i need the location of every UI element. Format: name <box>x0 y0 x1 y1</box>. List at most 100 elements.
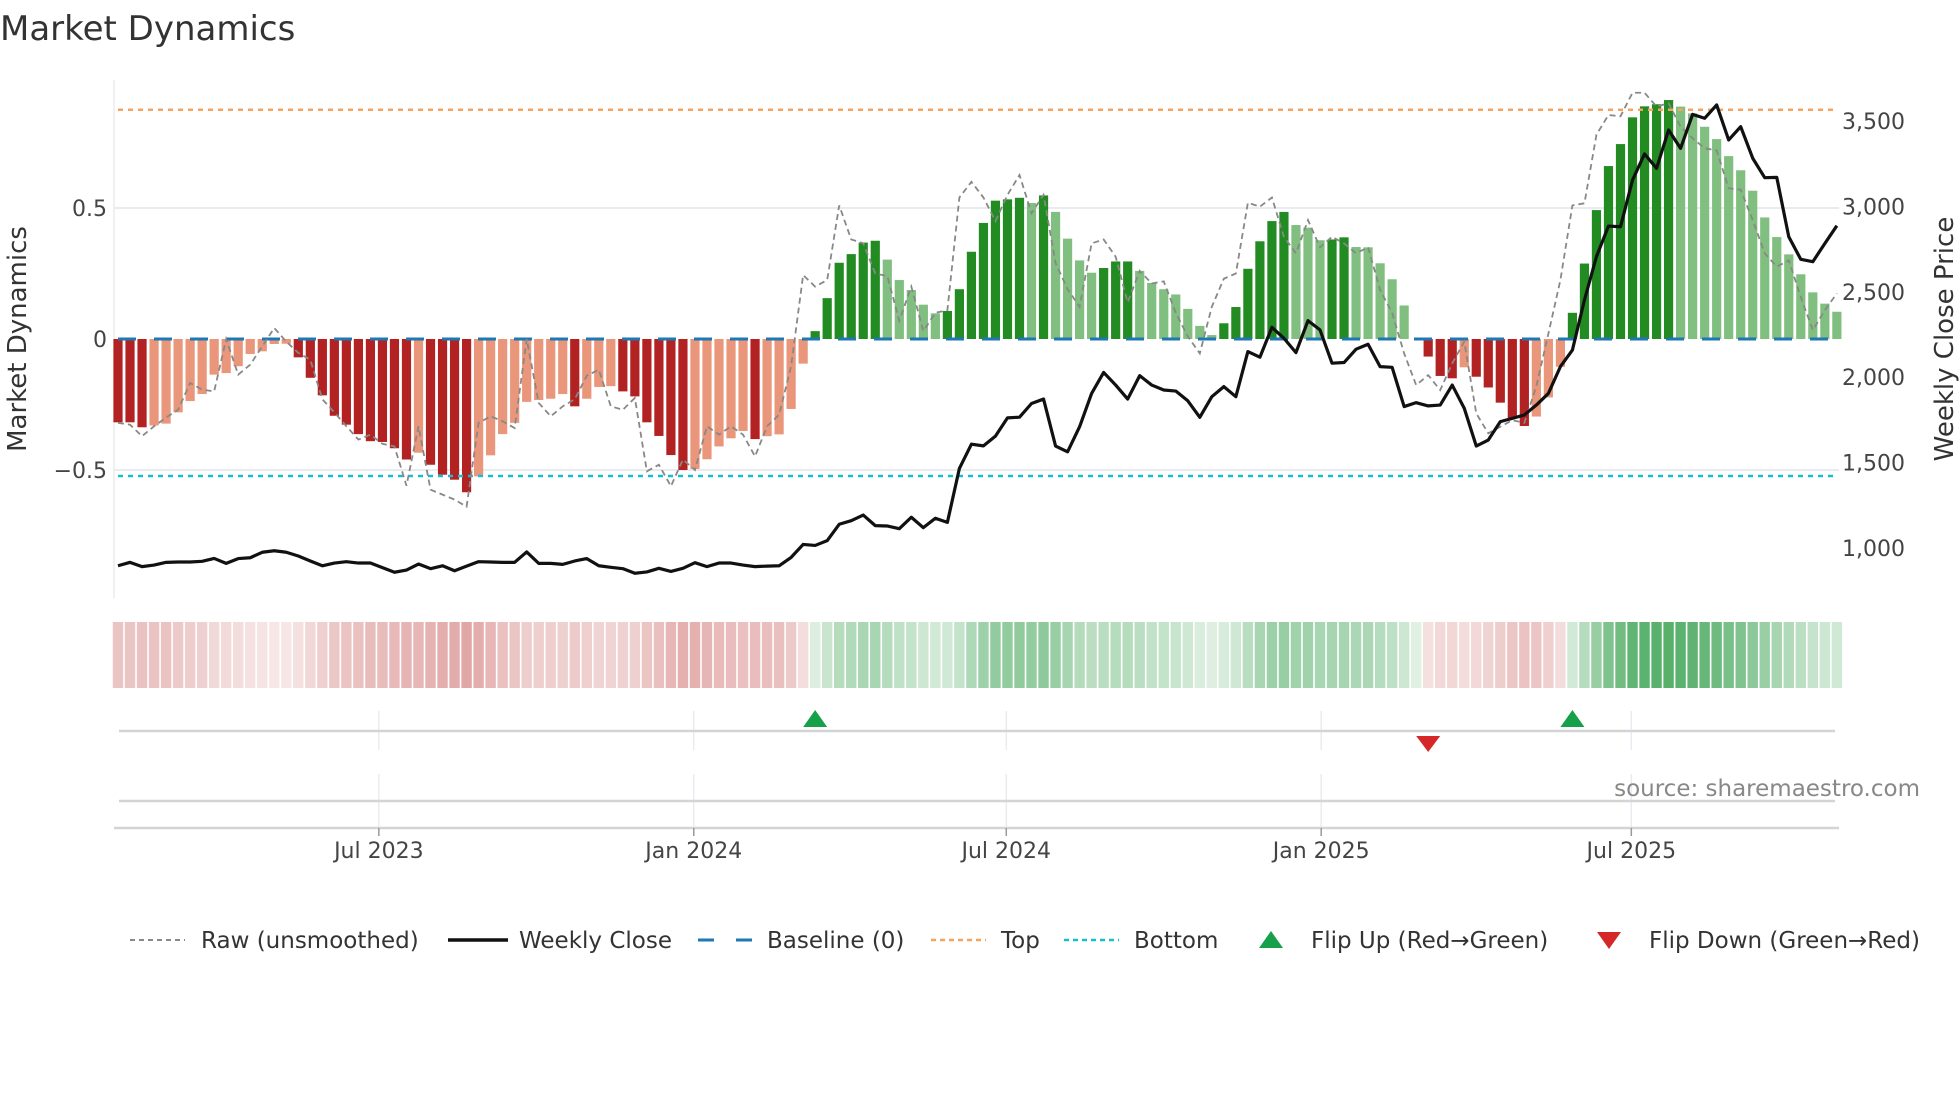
dynamics-bar <box>978 222 989 339</box>
dynamics-bar <box>233 339 243 367</box>
legend-item-bottom: Bottom <box>1064 928 1218 954</box>
x-axis-ticks: Jul 2023 Jan 2024 Jul 2024 Jan 2025 Jul 2025 <box>332 828 1676 864</box>
heatmap-cell <box>377 622 388 688</box>
dynamics-bar <box>1267 221 1277 339</box>
heatmap-cell <box>1290 622 1302 688</box>
dynamics-bar <box>1375 263 1385 339</box>
heatmap-cell <box>1182 622 1193 688</box>
right-tick-label: 2,000 <box>1842 366 1905 391</box>
heatmap-cell <box>942 622 953 688</box>
heatmap-cell <box>821 622 833 688</box>
dynamics-bar <box>437 339 448 475</box>
heatmap-cell <box>1098 622 1109 688</box>
heatmap-cell <box>1326 622 1338 688</box>
dynamics-bar <box>1327 239 1337 339</box>
flip-up-marker <box>803 710 828 727</box>
dynamics-bar <box>1688 113 1698 339</box>
left-tick-label: 0.5 <box>72 197 107 222</box>
heatmap-cell <box>1218 622 1230 688</box>
heatmap-cell <box>1831 622 1843 688</box>
dynamics-bar <box>149 339 159 426</box>
heatmap-cell <box>1819 622 1831 688</box>
heatmap-cell <box>954 622 965 688</box>
heatmap-cell <box>1350 622 1362 688</box>
heatmap-cell <box>269 622 280 688</box>
heatmap-cell <box>521 622 532 688</box>
dynamics-bar <box>1050 211 1061 339</box>
dynamics-bar <box>678 339 688 470</box>
legend-item-flip-down: Flip Down (Green→Red) <box>1597 928 1920 954</box>
dynamics-bar <box>1483 339 1493 388</box>
heatmap-cell <box>605 622 617 688</box>
heatmap-cell <box>785 622 797 688</box>
dynamics-bar <box>594 339 604 387</box>
heatmap-cell <box>797 622 809 688</box>
heatmap-cell <box>1302 622 1314 688</box>
heatmap-cell <box>1410 622 1422 688</box>
heatmap-cell <box>1086 622 1097 688</box>
dynamics-bar <box>834 262 844 339</box>
dynamics-bar <box>1026 203 1037 339</box>
dynamics-bar <box>846 254 856 339</box>
heatmap-cell <box>1194 622 1205 688</box>
heatmap-cell <box>437 622 448 688</box>
dynamics-bar <box>1387 279 1397 339</box>
dynamics-bar <box>1195 325 1205 339</box>
dynamics-bar <box>798 339 808 364</box>
dynamics-bar <box>449 339 460 480</box>
dynamics-bar <box>1279 211 1289 339</box>
dynamics-bar <box>690 339 700 469</box>
dynamics-bar <box>762 339 772 437</box>
heatmap-cell <box>1531 622 1542 688</box>
heatmap-cell <box>1483 622 1494 688</box>
dynamics-bar <box>293 339 303 358</box>
heatmap-cell <box>148 622 160 688</box>
dynamics-bar <box>413 339 424 453</box>
dynamics-bar <box>1038 195 1049 339</box>
heatmap-cell <box>1567 622 1578 688</box>
heatmap-cell <box>1206 622 1218 688</box>
heatmap-cell <box>725 622 737 688</box>
dynamics-bar <box>954 289 964 339</box>
dynamics-bar <box>1832 311 1842 339</box>
heatmap-cell <box>749 622 761 688</box>
heatmap-cell <box>1699 622 1710 688</box>
heatmap-cell <box>1579 622 1590 688</box>
left-axis-ticks: 0.5 0 −0.5 <box>54 197 107 484</box>
heatmap-cell <box>629 622 641 688</box>
heatmap-cell <box>365 622 376 688</box>
heatmap-cell <box>1062 622 1073 688</box>
dynamics-bar <box>474 339 484 477</box>
heatmap-cell <box>1459 622 1470 688</box>
dynamics-bar <box>1748 190 1758 339</box>
dynamics-bar <box>245 339 255 354</box>
heatmap-cell <box>257 622 268 688</box>
heatmap-cell <box>918 622 929 688</box>
dynamics-bar <box>486 339 496 456</box>
legend: Raw (unsmoothed) Weekly Close Baseline (0)… <box>130 928 1920 954</box>
heatmap-cell <box>1735 622 1746 688</box>
heatmap-cell <box>473 622 484 688</box>
dynamics-bar <box>281 339 291 344</box>
source-label: source: sharemaestro.com <box>1614 776 1920 802</box>
dynamics-bar <box>1111 261 1121 339</box>
dynamics-bar <box>209 339 219 375</box>
dynamics-bar <box>774 339 784 435</box>
heatmap-cell <box>761 622 773 688</box>
legend-label: Flip Down (Green→Red) <box>1649 928 1920 954</box>
right-tick-label: 1,000 <box>1842 537 1905 562</box>
heatmap-cell <box>870 622 881 688</box>
heatmap-cell <box>569 622 580 688</box>
heatmap-cell <box>1158 622 1169 688</box>
heatmap-cell <box>1591 622 1602 688</box>
heatmap-cell <box>1134 622 1145 688</box>
dynamics-bar <box>1736 170 1746 339</box>
dynamics-bar <box>822 298 832 339</box>
heatmap-cell <box>677 622 689 688</box>
heatmap-cell <box>533 622 544 688</box>
heatmap-cell <box>1615 622 1626 688</box>
dynamics-bar <box>1603 166 1614 339</box>
bars <box>113 100 1842 493</box>
dynamics-bar <box>1808 292 1818 339</box>
dynamics-bar <box>389 339 400 449</box>
